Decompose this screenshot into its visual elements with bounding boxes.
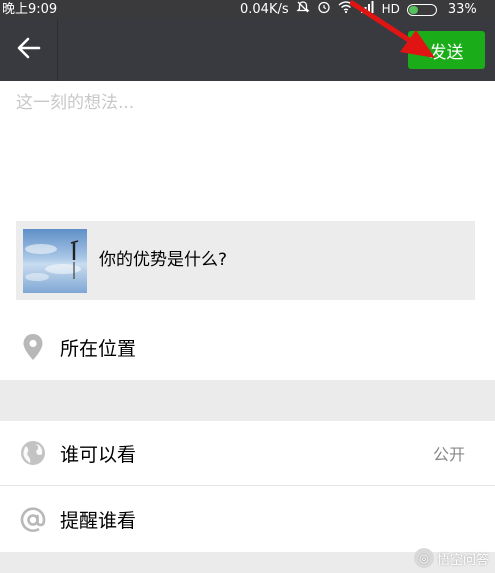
location-label: 所在位置: [60, 337, 137, 360]
top-bar: 发送: [0, 19, 495, 81]
signal-icon: [360, 0, 375, 19]
arrow-left-icon: [17, 37, 41, 63]
globe-icon: [18, 438, 48, 468]
at-sign-icon: [18, 505, 48, 535]
wifi-icon: [338, 0, 354, 20]
watermark: ◎ 悟空问答: [413, 547, 489, 569]
watermark-text: 悟空问答: [436, 552, 489, 568]
back-button[interactable]: [0, 19, 58, 81]
status-time: 晚上9:09: [2, 2, 58, 17]
compose-input[interactable]: [16, 88, 476, 208]
link-title: 你的优势是什么?: [99, 250, 228, 270]
link-thumbnail: [23, 229, 87, 293]
visibility-label: 谁可以看: [60, 443, 137, 466]
battery-icon: [406, 3, 441, 16]
visibility-value: 公开: [432, 445, 465, 464]
send-button[interactable]: 发送: [408, 31, 485, 69]
alarm-icon: [317, 0, 331, 20]
link-card[interactable]: 你的优势是什么?: [16, 221, 475, 300]
watermark-logo-icon: ◎: [413, 548, 434, 568]
send-button-label: 发送: [429, 42, 464, 63]
battery-percent: 33%: [447, 2, 477, 17]
network-speed: 0.04K/s: [240, 2, 289, 17]
status-bar: 晚上9:09 0.04K/s HD 33%: [0, 0, 495, 19]
location-pin-icon: [18, 332, 48, 362]
status-indicators: 0.04K/s HD 33%: [240, 0, 477, 19]
mention-row[interactable]: 提醒谁看: [0, 487, 495, 552]
mention-label: 提醒谁看: [60, 510, 137, 532]
visibility-row[interactable]: 谁可以看 公开: [0, 421, 495, 486]
mute-icon: [296, 0, 310, 20]
section-divider: [0, 380, 495, 421]
hd-label: HD: [381, 2, 400, 16]
location-row[interactable]: 所在位置: [0, 316, 495, 378]
